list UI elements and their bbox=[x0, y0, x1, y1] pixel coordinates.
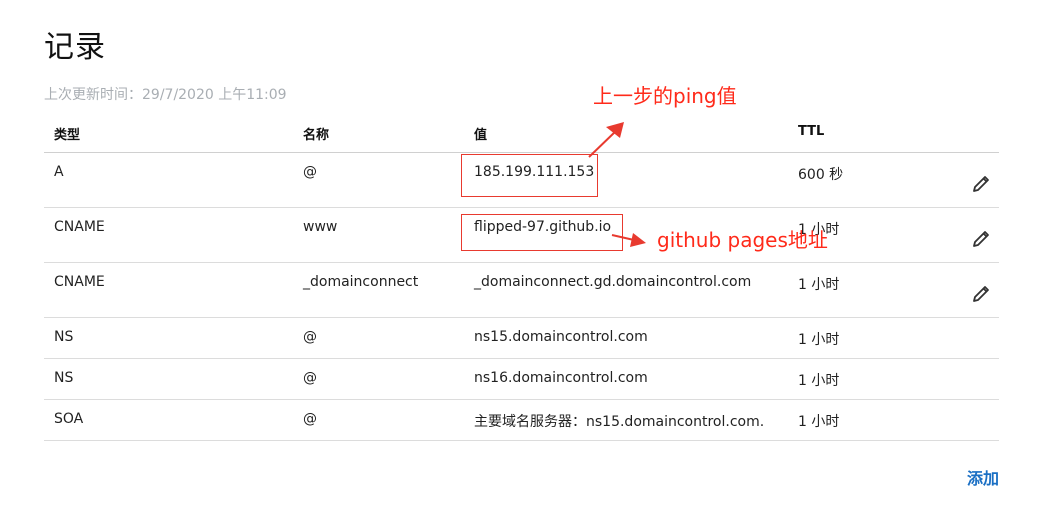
arrow-head-ping bbox=[606, 122, 624, 138]
arrow-head-pages bbox=[630, 233, 646, 247]
arrow-line-pages bbox=[611, 234, 635, 241]
annotation-pages-note: github pages地址 bbox=[657, 228, 828, 252]
annotation-ping-note: 上一步的ping值 bbox=[593, 84, 737, 108]
arrow-line-ping bbox=[588, 129, 618, 158]
annotation-arrows bbox=[588, 122, 646, 247]
